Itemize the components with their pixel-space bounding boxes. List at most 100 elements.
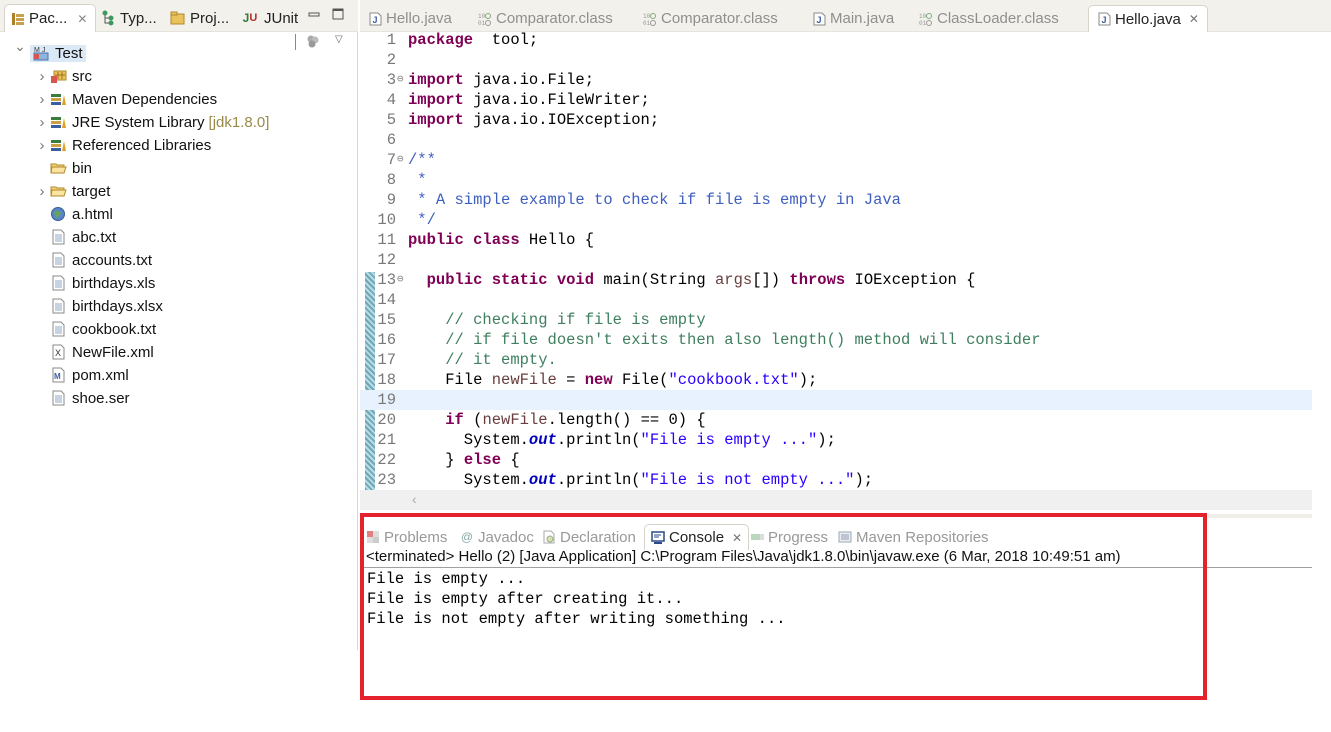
code-line[interactable]: 9 * A simple example to check if file is… xyxy=(360,190,1312,210)
close-icon[interactable]: ✕ xyxy=(1189,12,1199,26)
console-tab[interactable]: Console ✕ xyxy=(644,524,750,550)
code-line[interactable]: 17 // it empty. xyxy=(360,350,1312,370)
maximize-button[interactable] xyxy=(332,8,344,23)
console-tab[interactable]: @ Javadoc xyxy=(460,524,534,550)
package-explorer-icon xyxy=(11,11,25,27)
tree-item-label: birthdays.xlsx xyxy=(72,297,163,315)
fold-toggle-icon[interactable]: ⊖ xyxy=(397,150,404,170)
tree-item-content: a.html xyxy=(50,206,113,223)
svg-text:M: M xyxy=(54,372,61,381)
console-tab[interactable]: Problems xyxy=(366,524,447,550)
tab-label: Pac... xyxy=(29,10,68,27)
chevron-right-icon[interactable]: › xyxy=(36,137,48,154)
chevron-right-icon[interactable]: › xyxy=(36,114,48,131)
tree-item[interactable]: › JRE System Library [jdk1.8.0] xyxy=(40,111,270,133)
chevron-right-icon[interactable]: › xyxy=(36,91,48,108)
code-line[interactable]: 6 xyxy=(360,130,1312,150)
code-line[interactable]: 3 ⊖ import java.io.File; xyxy=(360,70,1312,90)
code-line[interactable]: 19 xyxy=(360,390,1312,410)
editor-tab[interactable]: 10 01 ClassLoader.class xyxy=(919,5,1059,32)
tree-item[interactable]: abc.txt xyxy=(50,226,116,248)
close-icon[interactable]: ✕ xyxy=(732,531,742,545)
editor-tab[interactable]: J Main.java xyxy=(812,5,894,32)
line-number: 13 xyxy=(377,271,396,289)
code-line[interactable]: 5 import java.io.IOException; xyxy=(360,110,1312,130)
line-number: 6 xyxy=(386,131,396,149)
editor-tab[interactable]: 10 01 Comparator.class xyxy=(478,5,613,32)
line-number: 8 xyxy=(386,171,396,189)
code-line[interactable]: 10 */ xyxy=(360,210,1312,230)
editor-tab-label: Comparator.class xyxy=(496,10,613,27)
code-line[interactable]: 7 ⊖/** xyxy=(360,150,1312,170)
tree-item[interactable]: birthdays.xls xyxy=(50,272,155,294)
chevron-down-icon[interactable]: ⌄ xyxy=(14,38,26,55)
chevron-right-icon[interactable]: › xyxy=(36,68,48,85)
code-text: import java.io.FileWriter; xyxy=(408,91,650,109)
code-line[interactable]: 11 public class Hello { xyxy=(360,230,1312,250)
tree-item-content: src xyxy=(50,68,92,85)
line-number: 7 xyxy=(386,151,396,169)
code-line[interactable]: 16 // if file doesn't exits then also le… xyxy=(360,330,1312,350)
code-editor[interactable]: 1 package tool; 2 3 ⊖ import java.io.File; 4 im… xyxy=(360,30,1312,490)
console-tab[interactable]: Declaration xyxy=(542,524,636,550)
close-icon[interactable]: ✕ xyxy=(77,12,87,26)
tree-item[interactable]: cookbook.txt xyxy=(50,318,156,340)
fold-toggle-icon[interactable]: ⊖ xyxy=(397,270,404,290)
tree-item-content: target xyxy=(50,183,110,200)
code-line[interactable]: 23 System.out.println("File is not empty… xyxy=(360,470,1312,490)
tab-type-hierarchy[interactable]: Typ... xyxy=(100,4,157,32)
tree-item[interactable]: › Maven Dependencies xyxy=(40,88,218,110)
horizontal-scrollbar[interactable]: ‹ xyxy=(360,490,1312,510)
tree-item-content: cookbook.txt xyxy=(50,321,156,338)
editor-tab-label: Hello.java xyxy=(1115,10,1181,28)
console-tab[interactable]: Maven Repositories xyxy=(838,524,989,550)
tree-item[interactable]: accounts.txt xyxy=(50,249,152,271)
tree-item-label: birthdays.xls xyxy=(72,274,156,292)
tab-junit[interactable]: JU JUnit xyxy=(240,4,299,32)
view-menu-icon[interactable]: ▽ xyxy=(335,34,343,45)
editor-tab[interactable]: 10 01 Comparator.class xyxy=(643,5,778,32)
tree-item[interactable]: ⌄ M J Test xyxy=(14,38,86,64)
console-tab-bar: Problems @ Javadoc Declaration Console ✕ Progr… xyxy=(360,518,1331,550)
tree-item-label: accounts.txt xyxy=(72,251,153,269)
editor-tab[interactable]: J Hello.java xyxy=(368,5,452,32)
console-output-line: File is empty ... xyxy=(367,570,526,588)
tree-item-label: src xyxy=(72,67,92,85)
console-divider xyxy=(364,567,1312,568)
tab-package-explorer[interactable]: Pac... ✕ xyxy=(4,4,96,32)
code-line[interactable]: 13 ⊖ public static void main(String args[… xyxy=(360,270,1312,290)
chevron-right-icon[interactable]: › xyxy=(36,183,48,200)
code-line[interactable]: 18 File newFile = new File("cookbook.txt… xyxy=(360,370,1312,390)
tree-item[interactable]: bin xyxy=(50,157,92,179)
tree-item[interactable]: › Referenced Libraries xyxy=(40,134,212,156)
tree-item[interactable]: › target xyxy=(40,180,111,202)
code-line[interactable]: 12 xyxy=(360,250,1312,270)
code-line[interactable]: 14 xyxy=(360,290,1312,310)
panel-border xyxy=(1207,514,1312,518)
tab-project-explorer[interactable]: Proj... xyxy=(170,4,229,32)
fold-toggle-icon[interactable]: ⊖ xyxy=(397,70,404,90)
text-file-icon xyxy=(50,275,67,291)
minimize-button[interactable] xyxy=(308,8,320,23)
tree-item[interactable]: › src xyxy=(40,65,93,87)
code-line[interactable]: 22 } else { xyxy=(360,450,1312,470)
tree-item[interactable]: birthdays.xlsx xyxy=(50,295,163,317)
tree-item[interactable]: X NewFile.xml xyxy=(50,341,154,363)
console-output[interactable]: File is empty ... File is empty after cre… xyxy=(367,569,786,629)
tree-item-content: Referenced Libraries xyxy=(50,137,211,154)
code-line[interactable]: 21 System.out.println("File is empty ...… xyxy=(360,430,1312,450)
code-line[interactable]: 1 package tool; xyxy=(360,30,1312,50)
editor-tab[interactable]: J Hello.java ✕ xyxy=(1088,5,1208,32)
tree-item[interactable]: Mpom.xml xyxy=(50,364,129,386)
code-line[interactable]: 8 * xyxy=(360,170,1312,190)
collapse-all-icon[interactable] xyxy=(306,34,320,48)
console-status: <terminated> Hello (2) [Java Application… xyxy=(366,548,1121,565)
console-tab[interactable]: Progress xyxy=(750,524,828,550)
tree-item[interactable]: a.html xyxy=(50,203,113,225)
code-line[interactable]: 2 xyxy=(360,50,1312,70)
code-line[interactable]: 15 // checking if file is empty xyxy=(360,310,1312,330)
tree-item[interactable]: shoe.ser xyxy=(50,387,130,409)
code-line[interactable]: 20 if (newFile.length() == 0) { xyxy=(360,410,1312,430)
code-line[interactable]: 4 import java.io.FileWriter; xyxy=(360,90,1312,110)
scroll-left-icon[interactable]: ‹ xyxy=(412,491,417,507)
